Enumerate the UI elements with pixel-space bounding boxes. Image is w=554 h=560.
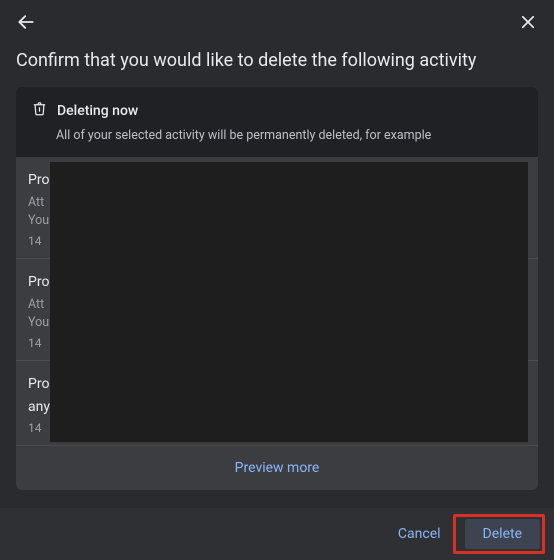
delete-button[interactable]: Delete [465, 519, 540, 549]
cancel-button[interactable]: Cancel [388, 520, 451, 548]
banner-title: Deleting now [57, 103, 138, 119]
deleting-banner: Deleting now All of your selected activi… [16, 87, 538, 157]
banner-subtitle: All of your selected activity will be pe… [32, 128, 522, 143]
page-title: Confirm that you would like to delete th… [0, 40, 554, 87]
preview-more-link[interactable]: Preview more [16, 446, 538, 490]
trash-icon [32, 101, 47, 120]
redaction-mask [50, 162, 528, 442]
close-icon[interactable] [514, 8, 542, 36]
activity-list: Pro Att You 14 Pro Att You 14 Pro any 14 [16, 157, 538, 446]
footer-bar: Cancel Delete [0, 508, 554, 560]
confirmation-panel: Deleting now All of your selected activi… [16, 87, 538, 490]
header-bar [0, 0, 554, 40]
back-icon[interactable] [12, 8, 40, 36]
